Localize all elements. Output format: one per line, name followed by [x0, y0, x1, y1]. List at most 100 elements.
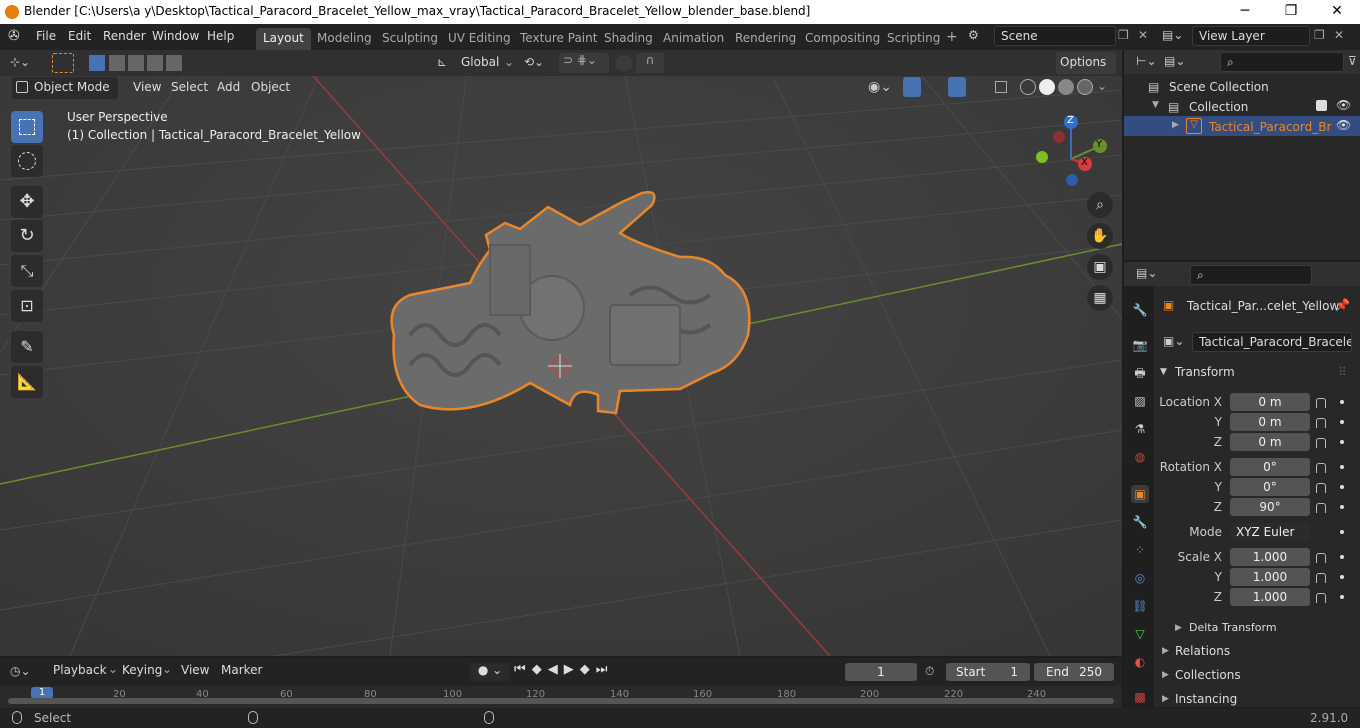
object-label[interactable]: Tactical_Paracord_Br [1209, 120, 1331, 134]
lock-scale-y-icon[interactable] [1316, 573, 1326, 583]
menu-render[interactable]: Render [103, 29, 146, 43]
outliner-search-input[interactable]: ⌕ [1220, 52, 1344, 72]
mode-new-icon[interactable] [89, 55, 105, 71]
object-tab-icon[interactable]: ▣ [1131, 485, 1149, 503]
location-z-field[interactable]: 0 m [1230, 433, 1310, 451]
rotate-tool[interactable]: ↻ [11, 220, 43, 252]
snap-toggle-icon[interactable]: ⊃ ⋕⌄ [559, 53, 609, 73]
proportional-edit-icon[interactable] [615, 55, 633, 71]
delta-transform-header[interactable]: Delta Transform [1189, 621, 1277, 634]
minimize-button[interactable]: ─ [1222, 0, 1268, 24]
texture-tab-icon[interactable]: ▩ [1131, 688, 1149, 706]
rendered-shading-icon[interactable] [1077, 79, 1093, 95]
view-layer-field[interactable]: View Layer [1192, 26, 1310, 46]
timeline-scrollbar[interactable] [8, 698, 1114, 704]
scale-tool[interactable]: ⤡ [11, 255, 43, 287]
lock-rotation-x-icon[interactable] [1316, 463, 1326, 473]
delta-transform-expand-icon[interactable]: ▶ [1175, 623, 1182, 633]
keyframe-dot-icon[interactable] [1340, 505, 1344, 509]
particles-tab-icon[interactable]: ⁘ [1131, 541, 1149, 559]
annotate-tool[interactable]: ✎ [11, 331, 43, 363]
scale-x-field[interactable]: 1.000 [1230, 548, 1310, 566]
keyframe-dot-icon[interactable] [1340, 420, 1344, 424]
menu-file[interactable]: File [36, 29, 56, 43]
scene-collection-label[interactable]: Scene Collection [1169, 80, 1269, 94]
filter-icon[interactable]: ⊽ [1348, 54, 1357, 68]
menu-help[interactable]: Help [207, 29, 234, 43]
tab-modeling[interactable]: Modeling [310, 28, 379, 50]
new-view-layer-icon[interactable]: ❐ [1314, 28, 1325, 42]
record-keyframe-icon[interactable]: ● ⌄ [470, 663, 510, 681]
gizmo-toggle-icon[interactable] [903, 77, 921, 97]
lock-rotation-y-icon[interactable] [1316, 483, 1326, 493]
lock-rotation-z-icon[interactable] [1316, 503, 1326, 513]
keyframe-dot-icon[interactable] [1340, 595, 1344, 599]
menu-object[interactable]: Object [251, 77, 290, 99]
drag-handle-icon[interactable]: ⠿ [1338, 365, 1347, 379]
render-tab-icon[interactable]: 📷 [1131, 336, 1149, 354]
menu-view[interactable]: View [133, 77, 161, 99]
tab-scripting[interactable]: Scripting [880, 28, 947, 50]
display-mode-icon[interactable]: ▤⌄ [1164, 54, 1185, 68]
mode-extend-icon[interactable] [109, 55, 125, 71]
collections-expand-icon[interactable]: ▶ [1162, 670, 1169, 680]
scene-icon[interactable]: ⚙ [968, 28, 988, 46]
scene-tab-icon[interactable]: ⚗ [1131, 420, 1149, 438]
world-tab-icon[interactable]: ◍ [1131, 448, 1149, 466]
lock-scale-x-icon[interactable] [1316, 553, 1326, 563]
measure-tool[interactable]: 📐 [11, 366, 43, 398]
start-frame-field[interactable]: Start 1 [946, 663, 1030, 681]
scale-y-field[interactable]: 1.000 [1230, 568, 1310, 586]
menu-edit[interactable]: Edit [68, 29, 91, 43]
playback-menu[interactable]: Playback [53, 660, 107, 682]
keyframe-dot-icon[interactable] [1340, 530, 1344, 534]
xray-toggle-icon[interactable] [995, 81, 1007, 93]
collection-eye-icon[interactable]: 👁 [1336, 98, 1351, 112]
tab-compositing[interactable]: Compositing [798, 28, 887, 50]
pan-hand-icon[interactable]: ✋ [1087, 223, 1113, 249]
physics-tab-icon[interactable]: ◎ [1131, 569, 1149, 587]
keyframe-dot-icon[interactable] [1340, 465, 1344, 469]
location-x-field[interactable]: 0 m [1230, 393, 1310, 411]
shading-options-icon[interactable]: ⌄ [1097, 79, 1107, 93]
timeline-editor-icon[interactable]: ◷⌄ [10, 664, 31, 678]
marker-menu[interactable]: Marker [221, 660, 262, 682]
mode-subtract-icon[interactable] [128, 55, 144, 71]
lock-location-z-icon[interactable] [1316, 438, 1326, 448]
menu-window[interactable]: Window [152, 29, 199, 43]
properties-editor-icon[interactable]: ▤⌄ [1136, 266, 1157, 280]
zoom-icon[interactable]: ⌕ [1087, 192, 1113, 218]
properties-search-input[interactable]: ⌕ [1190, 265, 1312, 285]
clock-icon[interactable]: ⏱ [925, 664, 934, 679]
modifier-tab-icon[interactable]: 🔧 [1131, 513, 1149, 531]
3d-viewport[interactable]: Object Mode View Select Add Object ◉⌄ ⌄ … [0, 50, 1122, 656]
transform-header[interactable]: Transform [1175, 365, 1235, 379]
tab-layout[interactable]: Layout [256, 28, 311, 50]
current-frame-field[interactable]: 1 [845, 663, 917, 681]
menu-add[interactable]: Add [217, 77, 240, 99]
add-workspace-button[interactable]: + [946, 29, 958, 45]
mode-intersect-icon[interactable] [166, 55, 182, 71]
select-mode-icon[interactable] [52, 53, 74, 73]
overlay-toggle-icon[interactable] [948, 77, 966, 97]
selected-bracelet-object[interactable] [380, 185, 760, 425]
falloff-icon[interactable]: ∩ [636, 53, 664, 73]
collection-checkbox-icon[interactable] [1316, 100, 1327, 111]
tab-sculpting[interactable]: Sculpting [375, 28, 445, 50]
close-window-button[interactable]: ✕ [1314, 0, 1360, 24]
material-tab-icon[interactable]: ◐ [1131, 653, 1149, 671]
end-frame-field[interactable]: End 250 [1034, 663, 1114, 681]
solid-shading-icon[interactable] [1039, 79, 1055, 95]
object-expand-icon[interactable]: ▶ [1172, 120, 1179, 130]
transform-tool[interactable]: ⊡ [11, 290, 43, 322]
rotation-mode-dropdown[interactable]: XYZ Euler [1230, 523, 1310, 541]
keyframe-dot-icon[interactable] [1340, 485, 1344, 489]
object-datablock-icon[interactable]: ▣⌄ [1163, 334, 1184, 348]
playback-controls-icon[interactable]: ⏮◆◀▶◆⏭ [514, 662, 634, 677]
scene-field[interactable]: Scene [994, 26, 1116, 46]
keyframe-dot-icon[interactable] [1340, 555, 1344, 559]
lock-location-x-icon[interactable] [1316, 398, 1326, 408]
keyframe-dot-icon[interactable] [1340, 575, 1344, 579]
keying-menu[interactable]: Keying [122, 660, 162, 682]
tab-animation[interactable]: Animation [656, 28, 731, 50]
